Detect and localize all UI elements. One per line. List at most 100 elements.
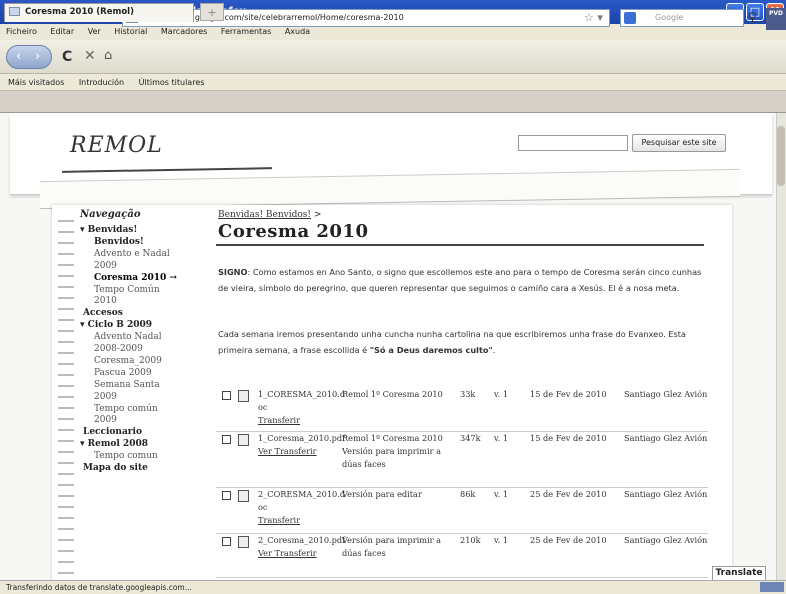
back-icon[interactable]: ‹ bbox=[16, 49, 21, 64]
file-version: v. 1 bbox=[494, 433, 509, 443]
back-forward-buttons[interactable]: ‹ › bbox=[6, 45, 52, 69]
addon-icon[interactable]: PVD bbox=[766, 8, 786, 30]
file-size: 210k bbox=[460, 535, 481, 545]
row-checkbox[interactable] bbox=[222, 491, 231, 500]
bookmark-ultimos-titulares[interactable]: Últimos titulares bbox=[139, 78, 205, 87]
file-date: 25 de Fev de 2010 bbox=[530, 489, 607, 499]
translate-button[interactable]: Translate bbox=[712, 566, 766, 581]
menu-historial[interactable]: Historial bbox=[114, 27, 147, 36]
site-title[interactable]: REMOL bbox=[70, 133, 163, 158]
sidebar-item[interactable]: 2008-2009 bbox=[94, 344, 143, 355]
file-user: Santiago Glez Avión bbox=[624, 489, 708, 499]
scrollbar-thumb[interactable] bbox=[777, 126, 785, 186]
file-links[interactable]: Ver Transferir bbox=[258, 547, 342, 560]
sidebar-item[interactable]: Tempo Común bbox=[94, 285, 160, 296]
reload-icon[interactable]: C bbox=[62, 49, 72, 65]
file-name: 1_CORESMA_2010.d oc Transferir bbox=[258, 388, 346, 427]
sidebar-item[interactable]: Accesos bbox=[83, 308, 123, 319]
page-viewport: REMOL Pesquisar este site Navegação ▾ Be… bbox=[0, 113, 786, 580]
file-links[interactable]: Ver Transferir bbox=[258, 445, 342, 458]
notebook-binding bbox=[58, 211, 74, 580]
pdf-file-icon bbox=[238, 536, 249, 548]
file-description: Remol 1º Coresma 2010 Versión para impri… bbox=[342, 433, 443, 469]
sidebar-item[interactable]: 2010 bbox=[94, 296, 117, 307]
sidebar-item[interactable]: Advento e Nadal bbox=[94, 249, 170, 260]
title-underline bbox=[216, 244, 704, 246]
file-links[interactable]: Transferir bbox=[258, 414, 342, 427]
tab-coresma-2010[interactable]: Coresma 2010 (Remol) bbox=[4, 3, 194, 22]
sidebar-item[interactable]: 2009 bbox=[94, 261, 117, 272]
breadcrumb-link[interactable]: Benvidas! Benvidos! bbox=[218, 210, 311, 220]
signo-text: : Como estamos en Ano Santo, o signo que… bbox=[218, 267, 702, 293]
file-version: v. 1 bbox=[494, 389, 509, 399]
stop-icon[interactable]: ✕ bbox=[84, 48, 96, 64]
status-bar: Transferindo datos de translate.googleap… bbox=[0, 580, 786, 594]
sidebar-item[interactable]: ▾ Ciclo B 2009 bbox=[80, 320, 152, 331]
sidebar-item[interactable]: Semana Santa bbox=[94, 380, 160, 391]
weekly-quote: "Só a Deus daremos culto" bbox=[369, 344, 493, 355]
file-user: Santiago Glez Avión bbox=[624, 389, 708, 399]
bookmark-mais-visitados[interactable]: Máis visitados bbox=[8, 78, 64, 87]
menu-editar[interactable]: Editar bbox=[50, 27, 74, 36]
file-links[interactable]: Transferir bbox=[258, 514, 342, 527]
sidebar-item[interactable]: Coresma 2010 → bbox=[94, 273, 177, 284]
sidebar-item[interactable]: Tempo comun bbox=[94, 451, 158, 462]
row-checkbox[interactable] bbox=[222, 435, 231, 444]
file-version: v. 1 bbox=[494, 535, 509, 545]
breadcrumb: Benvidas! Benvidos! > bbox=[218, 210, 321, 220]
file-user: Santiago Glez Avión bbox=[624, 535, 708, 545]
file-date: 15 de Fev de 2010 bbox=[530, 389, 607, 399]
sidebar-item[interactable]: 2009 bbox=[94, 415, 117, 426]
file-date: 25 de Fev de 2010 bbox=[530, 535, 607, 545]
menu-ver[interactable]: Ver bbox=[88, 27, 101, 36]
site-search-button[interactable]: Pesquisar este site bbox=[632, 134, 726, 152]
file-size: 33k bbox=[460, 389, 476, 399]
site-search-input[interactable] bbox=[518, 135, 628, 151]
sidebar-item[interactable]: Pascua 2009 bbox=[94, 368, 152, 379]
file-size: 86k bbox=[460, 489, 476, 499]
table-row: 1_Coresma_2010.pdf Ver Transferir Remol 1º… bbox=[216, 432, 708, 488]
sidebar-item[interactable]: Benvidos! bbox=[94, 237, 144, 248]
home-icon[interactable]: ⌂ bbox=[104, 48, 112, 63]
tab-favicon-icon bbox=[9, 7, 20, 16]
bookmarks-toolbar: Máis visitados Introdución Últimos titul… bbox=[0, 74, 786, 91]
new-tab-button[interactable]: + bbox=[200, 3, 224, 21]
page-title: Coresma 2010 bbox=[218, 221, 369, 242]
browser-search-input[interactable]: Google bbox=[620, 9, 744, 27]
table-row: 2_Coresma_2010.pdf Ver Transferir Versión … bbox=[216, 534, 708, 578]
pdf-file-icon bbox=[238, 434, 249, 446]
file-user: Santiago Glez Avión bbox=[624, 433, 708, 443]
file-name-text: 2_Coresma_2010.pdf bbox=[258, 535, 346, 545]
menu-axuda[interactable]: Axuda bbox=[285, 27, 310, 36]
menu-ferramentas[interactable]: Ferramentas bbox=[221, 27, 271, 36]
row-checkbox[interactable] bbox=[222, 537, 231, 546]
sidebar-item[interactable]: ▾ Benvidas! bbox=[80, 225, 137, 236]
menu-marcadores[interactable]: Marcadores bbox=[161, 27, 207, 36]
file-description: Versión para editar bbox=[342, 489, 422, 499]
row-checkbox[interactable] bbox=[222, 391, 231, 400]
table-row: 1_CORESMA_2010.d oc Transferir Remol 1º Co… bbox=[216, 388, 708, 432]
search-icon[interactable]: ⚲ bbox=[748, 10, 757, 24]
status-icons bbox=[760, 582, 784, 592]
weekly-end: . bbox=[492, 344, 496, 355]
sidebar-item[interactable]: Leccionario bbox=[83, 427, 142, 438]
file-name: 2_Coresma_2010.pdf Ver Transferir bbox=[258, 534, 346, 560]
sidebar-item[interactable]: Mapa do site bbox=[83, 463, 148, 474]
nav-heading: Navegação bbox=[80, 209, 141, 220]
menu-ficheiro[interactable]: Ficheiro bbox=[6, 27, 37, 36]
sidebar-item[interactable]: Advento Nadal bbox=[94, 332, 162, 343]
url-bar[interactable]: https://sites.google.com/site/celebrarre… bbox=[122, 9, 610, 27]
bookmark-star-icon[interactable]: ☆ ▾ bbox=[584, 11, 603, 24]
table-row: 2_CORESMA_2010.d oc Transferir Versión par… bbox=[216, 488, 708, 534]
sidebar-item[interactable]: Coresma_2009 bbox=[94, 356, 162, 367]
search-engine-icon[interactable] bbox=[624, 12, 636, 24]
breadcrumb-separator: > bbox=[313, 210, 322, 220]
file-description: Remol 1º Coresma 2010 bbox=[342, 389, 443, 399]
sidebar-item[interactable]: ▾ Remol 2008 bbox=[80, 439, 148, 450]
forward-icon[interactable]: › bbox=[35, 49, 40, 64]
sidebar-item[interactable]: Tempo común bbox=[94, 404, 158, 415]
file-name-text: 2_CORESMA_2010.d oc bbox=[258, 489, 346, 512]
sidebar-item[interactable]: 2009 bbox=[94, 392, 117, 403]
file-name-text: 1_CORESMA_2010.d oc bbox=[258, 389, 346, 412]
bookmark-introducion[interactable]: Introdución bbox=[79, 78, 124, 87]
